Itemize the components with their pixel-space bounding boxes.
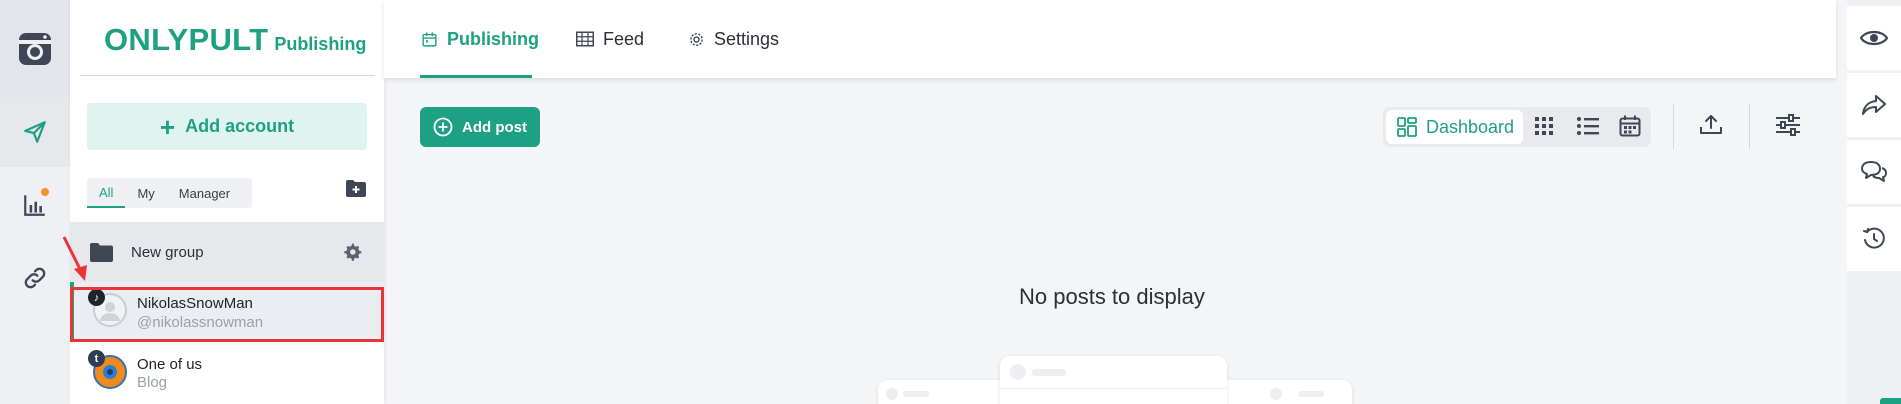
- upload-icon[interactable]: [1699, 113, 1723, 137]
- tab-publishing[interactable]: Publishing: [421, 0, 539, 78]
- account-name: One of us: [137, 356, 203, 373]
- add-account-button[interactable]: + Add account: [87, 103, 367, 150]
- top-bar: Publishing Feed Settings: [384, 0, 1836, 78]
- calendar-view-icon[interactable]: [1619, 115, 1641, 137]
- eye-icon: [1860, 30, 1888, 46]
- account-filter-tabs: All My Manager: [87, 178, 252, 208]
- view-dashboard-button[interactable]: Dashboard: [1386, 110, 1523, 144]
- left-icon-rail: [0, 0, 70, 404]
- history-button[interactable]: [1847, 207, 1901, 271]
- share-arrow-icon: [1862, 95, 1886, 115]
- view-dashboard-label: Dashboard: [1426, 116, 1515, 137]
- group-name: New group: [131, 243, 204, 261]
- folder-icon: [90, 242, 113, 262]
- list-view-icon[interactable]: [1576, 115, 1600, 137]
- add-post-label: Add post: [462, 118, 527, 136]
- plus-circle-icon: [433, 117, 453, 137]
- toolbar-divider: [1673, 104, 1674, 149]
- divider: [80, 75, 375, 76]
- tab-label: Feed: [603, 28, 645, 49]
- account-handle: Blog: [137, 374, 168, 391]
- paper-plane-icon: [24, 121, 46, 143]
- folder-plus-icon: [346, 180, 366, 197]
- calendar-icon: [422, 31, 437, 47]
- share-button[interactable]: [1847, 73, 1901, 137]
- toolbar-divider: [1749, 104, 1750, 149]
- group-settings-gear-icon[interactable]: [342, 242, 362, 262]
- filter-all[interactable]: All: [87, 178, 126, 208]
- brand-logo: ONLYPULT Publishing: [104, 22, 366, 58]
- filter-my[interactable]: My: [125, 178, 166, 208]
- camera-app-icon: [19, 32, 51, 65]
- account-row-one-of-us[interactable]: t One of us Blog: [70, 342, 384, 402]
- tab-label: Publishing: [447, 28, 539, 49]
- history-clock-icon: [1863, 227, 1885, 249]
- add-folder-button[interactable]: [346, 180, 366, 202]
- tab-settings[interactable]: Settings: [688, 0, 779, 78]
- view-switcher: Dashboard: [1383, 107, 1651, 147]
- account-sidebar: ONLYPULT Publishing + Add account All My…: [70, 0, 384, 404]
- comments-button[interactable]: [1847, 140, 1901, 204]
- help-widget-edge[interactable]: [1880, 398, 1901, 404]
- empty-state-card: [1000, 356, 1227, 404]
- brand-subtitle: Publishing: [274, 34, 367, 54]
- empty-state-message: No posts to display: [1019, 284, 1205, 309]
- gear-icon: [690, 32, 703, 46]
- annotation-arrow: [62, 236, 87, 281]
- app-logo[interactable]: [0, 0, 70, 97]
- preview-button[interactable]: [1847, 6, 1901, 70]
- tab-feed[interactable]: Feed: [576, 0, 644, 78]
- grid-table-icon: [576, 31, 594, 47]
- annotation-highlight-box: [70, 287, 384, 342]
- dashboard-icon: [1397, 117, 1417, 137]
- filter-manager[interactable]: Manager: [167, 178, 242, 208]
- rail-analytics[interactable]: [0, 170, 70, 240]
- add-post-button[interactable]: Add post: [420, 107, 540, 147]
- link-icon: [24, 267, 46, 289]
- grid-view-icon[interactable]: [1533, 115, 1555, 137]
- active-tab-indicator: [420, 75, 532, 78]
- tumblr-badge-icon: t: [88, 350, 105, 367]
- tab-label: Settings: [714, 28, 780, 49]
- chat-bubbles-icon: [1861, 161, 1887, 182]
- account-group-row[interactable]: New group: [70, 222, 384, 282]
- notification-dot: [41, 188, 49, 196]
- plus-icon: +: [159, 111, 176, 142]
- add-account-label: Add account: [185, 116, 295, 136]
- filter-sliders-icon[interactable]: [1775, 113, 1801, 137]
- brand-name: ONLYPULT: [104, 22, 269, 57]
- right-icon-rail: [1847, 0, 1901, 404]
- rail-publishing[interactable]: [0, 97, 70, 167]
